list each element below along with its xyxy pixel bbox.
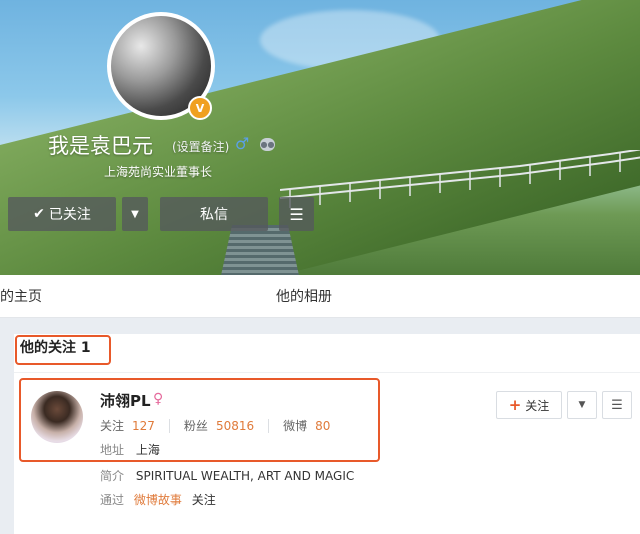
user-menu-button[interactable]: ☰ [602, 391, 632, 419]
message-button[interactable]: 私信 [160, 197, 268, 231]
via-link[interactable]: 微博故事 [134, 493, 182, 507]
user-name[interactable]: 沛翎PL [100, 390, 151, 411]
followed-label: 已关注 [48, 207, 91, 223]
via-prefix: 通过 [100, 493, 125, 507]
profile-subtitle: 上海苑尚实业董事长 [104, 165, 213, 179]
menu-icon: ☰ [289, 204, 304, 224]
chevron-down-icon: ▼ [131, 208, 139, 220]
weibo-count[interactable]: 80 [315, 419, 330, 433]
user-address: 地址 上海 [100, 441, 160, 458]
follow-source: 通过 微博故事 关注 [100, 491, 216, 508]
fans-label: 粉丝 [183, 419, 208, 433]
tab-home[interactable]: 的主页 [0, 286, 42, 306]
male-icon: ♂ [235, 134, 250, 153]
following-count[interactable]: 127 [132, 419, 155, 433]
message-label: 私信 [200, 207, 228, 223]
followed-button[interactable]: ✔ 已关注 [8, 197, 116, 231]
set-remark-link[interactable]: (设置备注) [172, 138, 229, 155]
profile-tabbar: 的主页 他的相册 [0, 275, 640, 318]
fans-count[interactable]: 50816 [216, 419, 254, 433]
member-icon[interactable]: ●● [260, 138, 275, 151]
address-label: 地址 [100, 443, 125, 457]
user-stats: 关注 127 粉丝 50816 微博 80 [100, 417, 330, 434]
plus-icon: + [508, 396, 522, 414]
chevron-down-icon: ▼ [578, 400, 586, 410]
verified-badge-icon: V [188, 96, 212, 120]
fence-graphic [280, 150, 640, 208]
follow-label: 关注 [525, 398, 550, 413]
user-intro: 简介 SPIRITUAL WEALTH, ART AND MAGIC [100, 467, 354, 484]
more-menu-button[interactable]: ☰ [279, 197, 314, 231]
stone-steps [220, 225, 300, 275]
following-title: 他的关注 1 [20, 340, 91, 356]
menu-icon: ☰ [611, 397, 623, 413]
follow-dropdown-button[interactable]: ▼ [122, 197, 148, 231]
tab-album[interactable]: 他的相册 [276, 286, 332, 306]
following-label: 关注 [100, 419, 125, 433]
divider [268, 418, 270, 433]
user-avatar[interactable] [31, 391, 83, 443]
intro-label: 简介 [100, 469, 125, 483]
address-value: 上海 [135, 443, 160, 457]
user-dropdown-button[interactable]: ▼ [567, 391, 597, 419]
via-suffix: 关注 [191, 493, 216, 507]
profile-name: 我是袁巴元 [48, 134, 153, 158]
divider [168, 418, 170, 433]
weibo-label: 微博 [283, 419, 308, 433]
follow-button[interactable]: + 关注 [496, 391, 562, 419]
female-icon: ♀ [153, 391, 164, 407]
check-icon: ✔ [33, 206, 45, 222]
intro-value: SPIRITUAL WEALTH, ART AND MAGIC [135, 469, 355, 483]
